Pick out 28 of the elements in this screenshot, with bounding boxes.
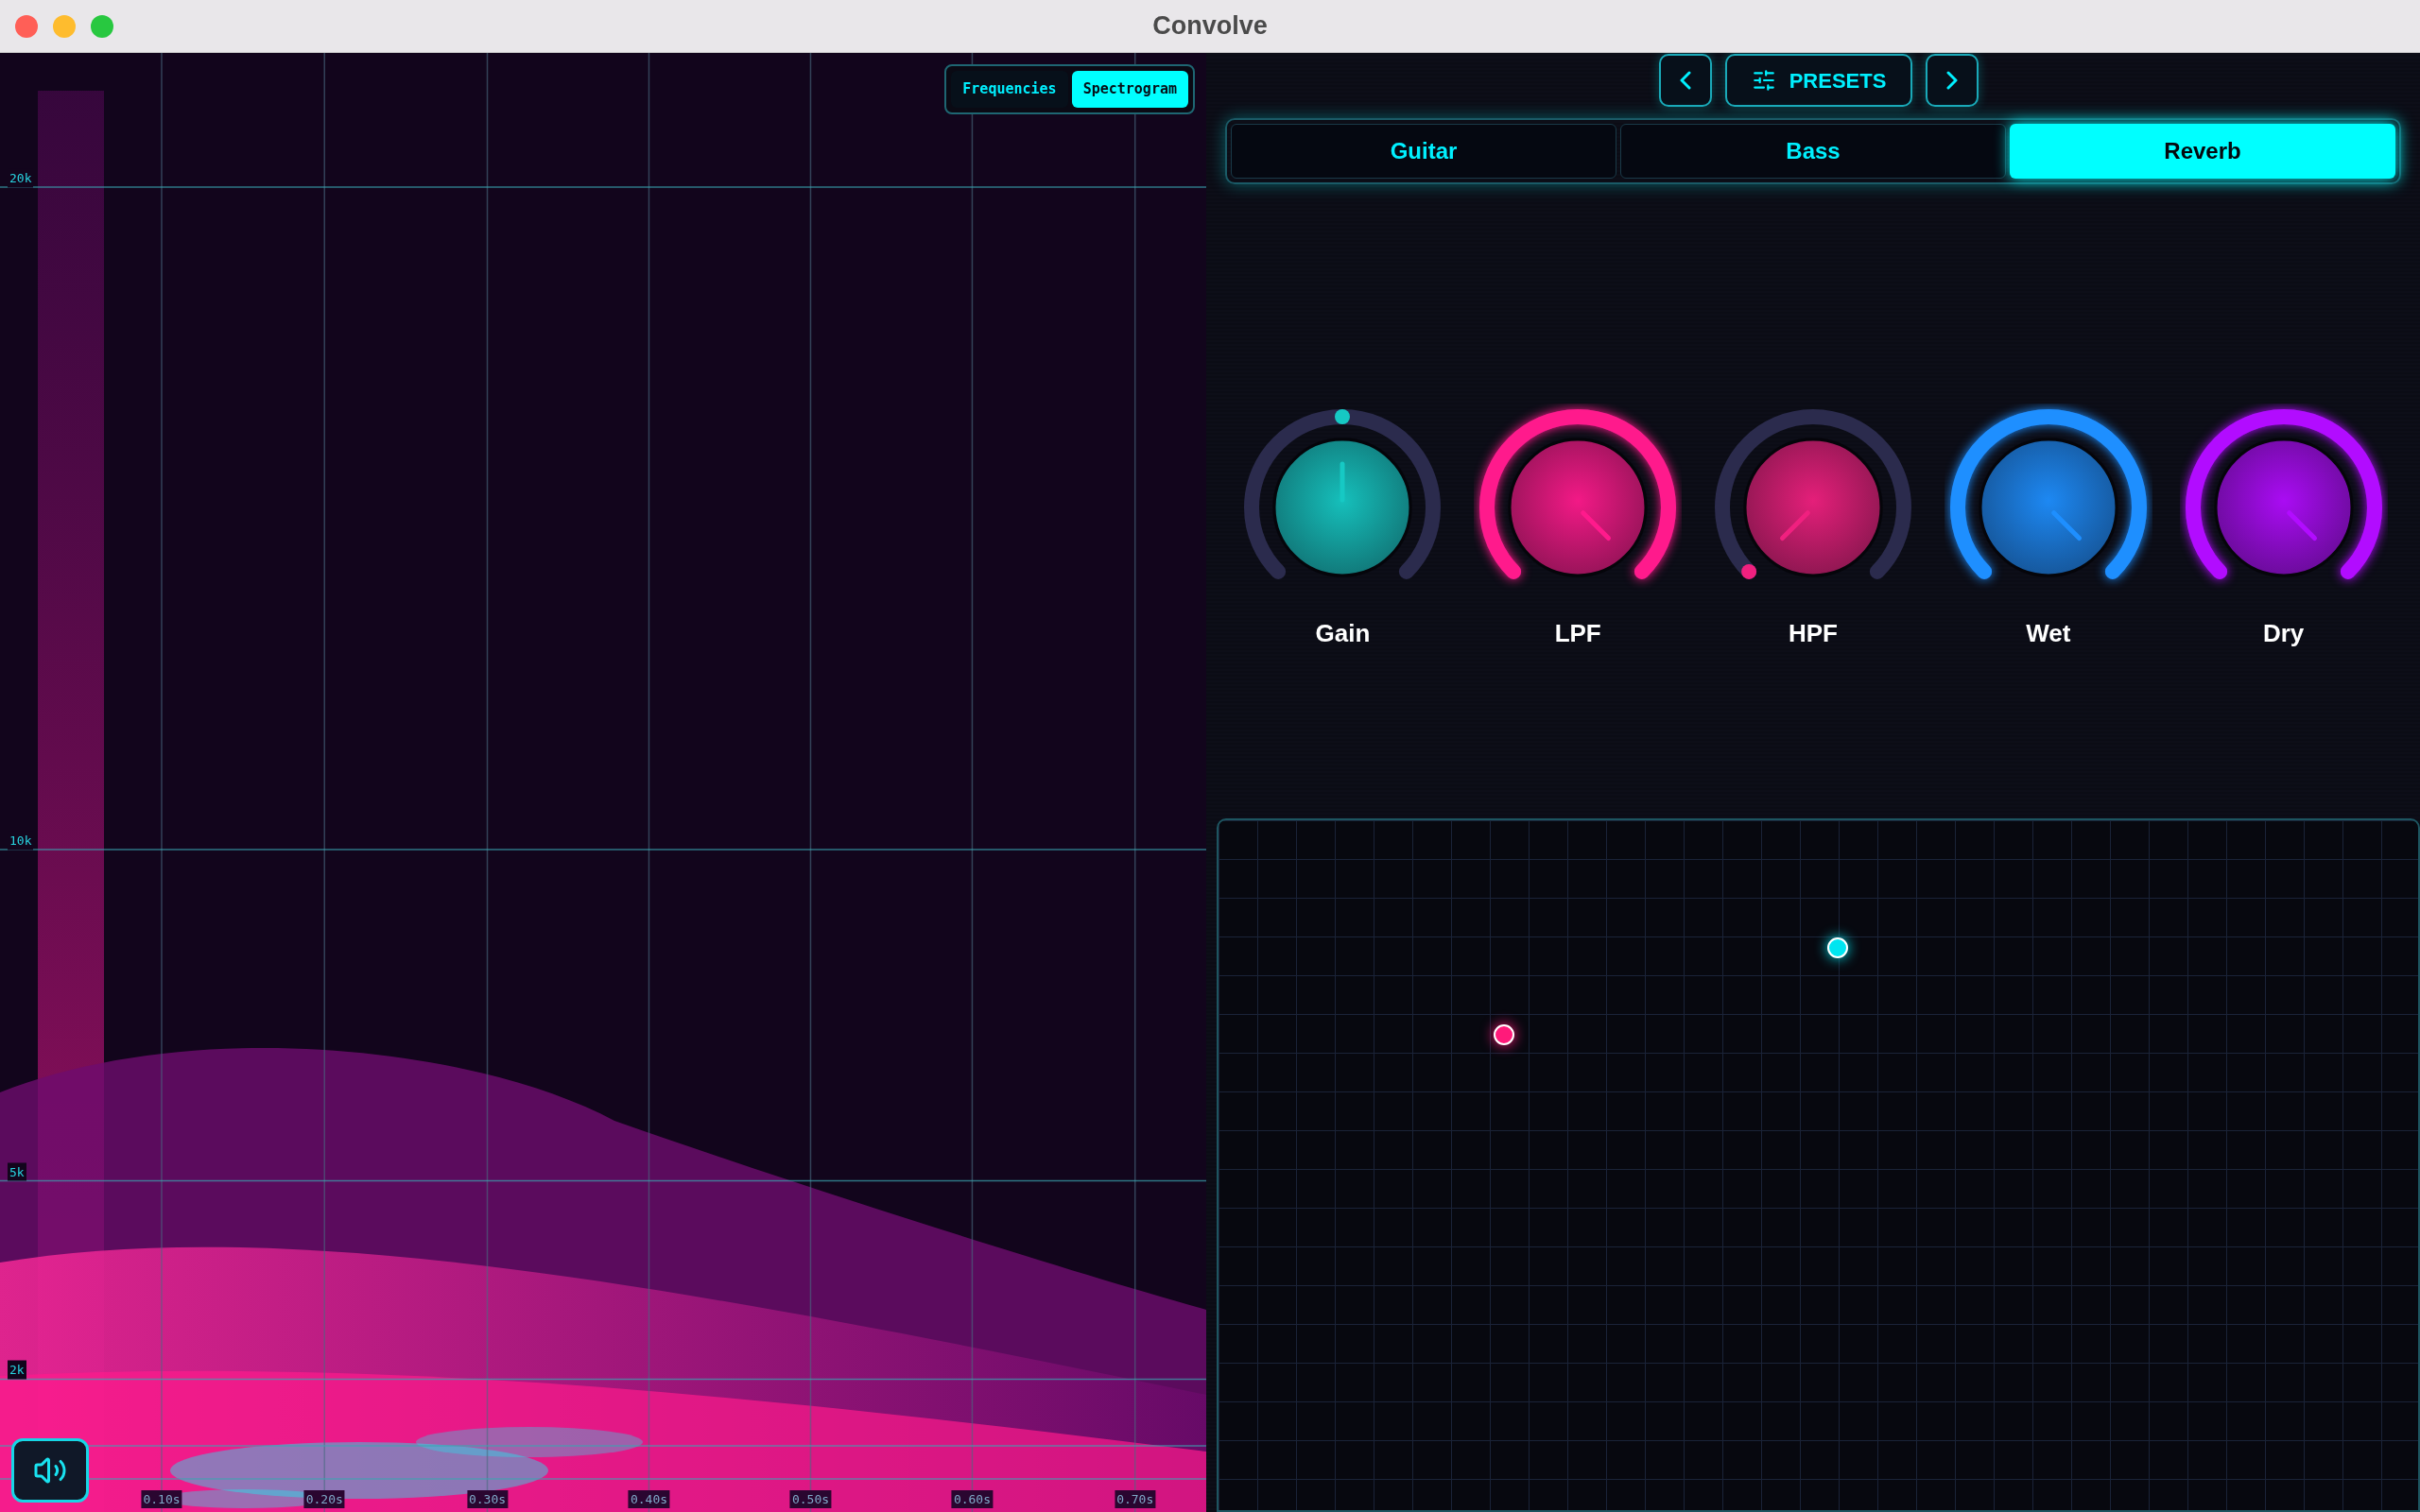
pad-point[interactable] bbox=[1826, 937, 1848, 959]
previous-button[interactable] bbox=[1658, 54, 1712, 107]
toggle-option[interactable]: Spectrogram bbox=[1071, 71, 1188, 108]
axis-label: 0.70s bbox=[1115, 1489, 1156, 1508]
tab[interactable]: Reverb bbox=[2010, 124, 2395, 179]
pad-point[interactable] bbox=[1494, 1024, 1514, 1045]
chevron-left-icon bbox=[1679, 71, 1691, 90]
presets-button[interactable]: PRESETS bbox=[1724, 54, 1913, 107]
axis-label: 0.20s bbox=[303, 1489, 345, 1508]
knob-label: Wet bbox=[2026, 618, 2071, 649]
axis-label: 0.10s bbox=[141, 1489, 182, 1508]
speaker-button[interactable] bbox=[11, 1438, 89, 1503]
axis-label: 5k bbox=[8, 1162, 26, 1181]
knob-label: Gain bbox=[1315, 618, 1371, 649]
tab[interactable]: Guitar bbox=[1231, 124, 1616, 179]
next-button[interactable] bbox=[1926, 54, 1979, 107]
axis-label: 0.60s bbox=[951, 1489, 993, 1508]
axis-label: 0.40s bbox=[628, 1489, 670, 1508]
sliders-icon bbox=[1751, 68, 1776, 93]
knob-label: LPF bbox=[1554, 618, 1601, 649]
axis-label: 0.50s bbox=[789, 1489, 832, 1508]
knob-label: Dry bbox=[2262, 618, 2305, 649]
knob-label: HPF bbox=[1789, 618, 1838, 649]
toggle-option[interactable]: Frequencies bbox=[951, 71, 1068, 108]
chevron-right-icon bbox=[1946, 71, 1959, 90]
tab[interactable]: Bass bbox=[1620, 124, 2006, 179]
axis-label: 2k bbox=[8, 1361, 26, 1380]
window-title: Convolve bbox=[1152, 10, 1268, 43]
